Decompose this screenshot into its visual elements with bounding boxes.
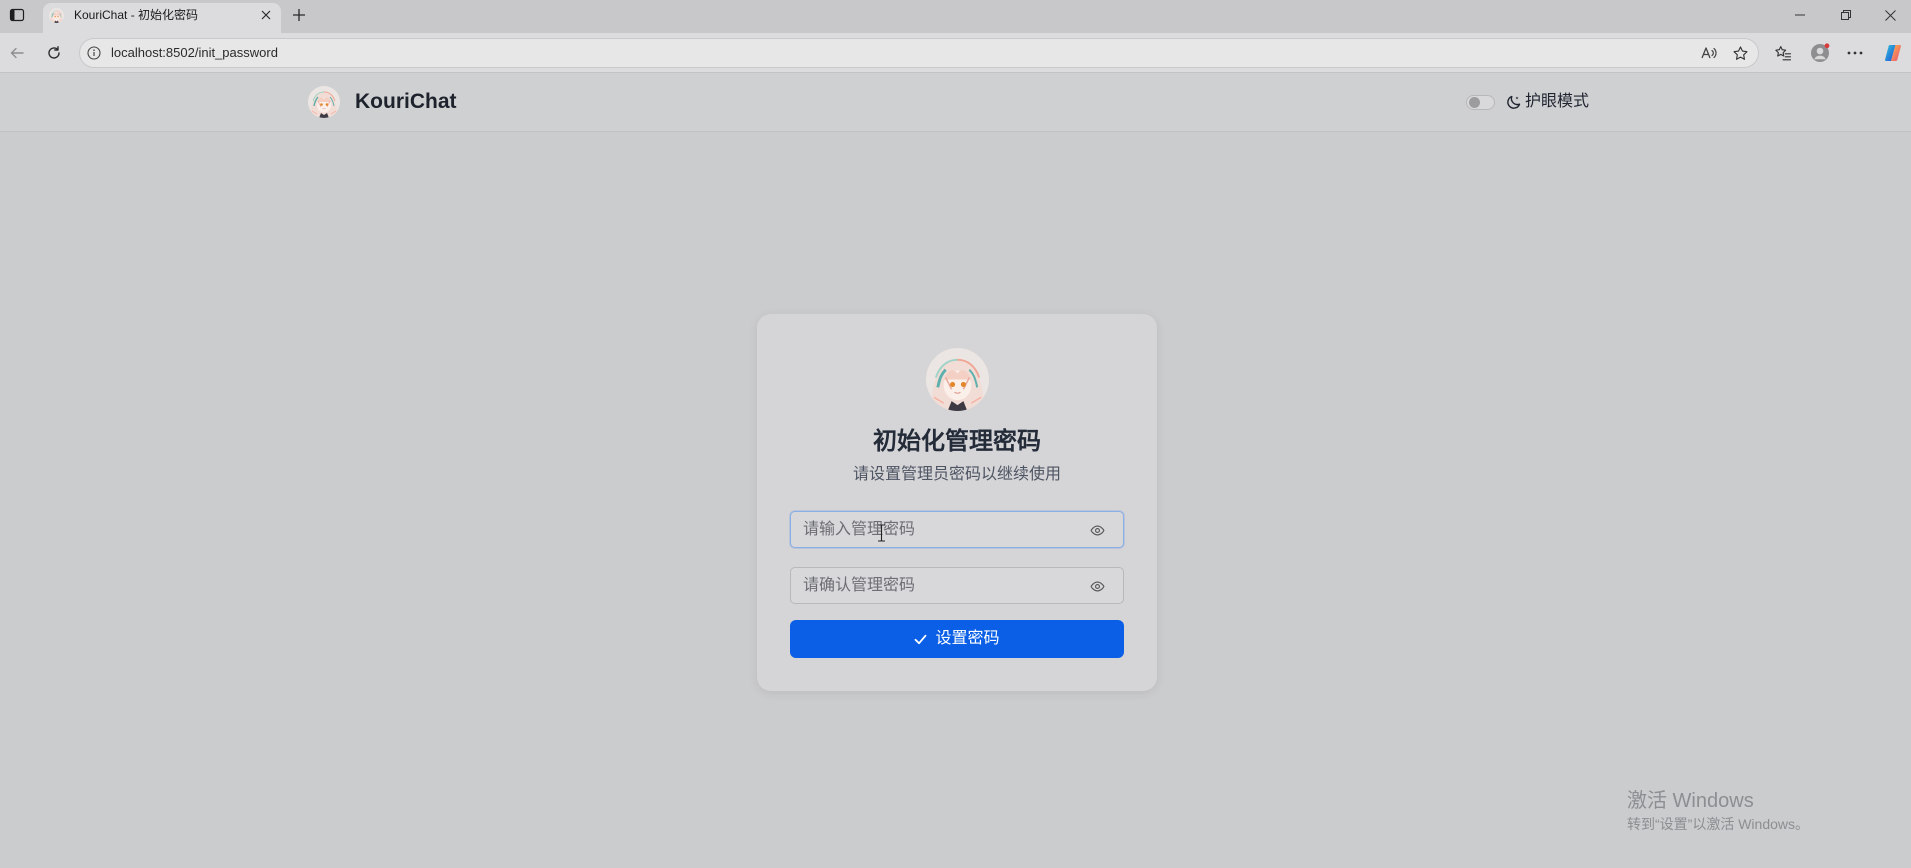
- eye-mode-toggle[interactable]: [1466, 95, 1495, 110]
- set-password-label: 设置密码: [935, 630, 1000, 647]
- check-icon: [915, 634, 927, 644]
- tab-actions-icon: [9, 8, 25, 22]
- browser-toolbar: localhost:8502/init_password: [0, 33, 1911, 73]
- toggle-knob: [1469, 97, 1480, 108]
- close-icon: [261, 10, 271, 20]
- moon-icon: [1507, 95, 1521, 109]
- windows-activation-watermark: 激活 Windows 转到“设置”以激活 Windows。: [1627, 789, 1809, 834]
- init-password-card: 初始化管理密码 请设置管理员密码以继续使用 设置密码: [757, 314, 1157, 691]
- app-page: KouriChat 护眼模式 初始化管理密码 请设置管理员密码以继续使用 设置密…: [0, 73, 1911, 868]
- tab-title: KouriChat - 初始化密码: [74, 8, 199, 22]
- address-url[interactable]: localhost:8502/init_password: [111, 45, 278, 61]
- toggle-confirm-visibility-button[interactable]: [1088, 579, 1106, 593]
- navbar: KouriChat 护眼模式: [0, 73, 1911, 132]
- toggle-password-visibility-button[interactable]: [1088, 523, 1106, 537]
- profile-button[interactable]: [1805, 39, 1835, 67]
- text-cursor-icon: [878, 524, 885, 542]
- watermark-subtitle: 转到“设置”以激活 Windows。: [1627, 816, 1810, 832]
- favorites-icon: [1775, 46, 1792, 61]
- set-password-button[interactable]: 设置密码: [790, 620, 1124, 658]
- confirm-password-field: [790, 567, 1124, 604]
- eye-icon: [1089, 525, 1105, 535]
- tab-favicon: [49, 8, 64, 23]
- tab-actions-button[interactable]: [5, 4, 29, 26]
- password-field: [790, 511, 1124, 548]
- page-subtitle: 请设置管理员密码以继续使用: [852, 466, 1061, 483]
- password-input[interactable]: [791, 512, 1123, 547]
- confirm-password-input[interactable]: [791, 568, 1123, 603]
- star-icon: [1732, 45, 1748, 60]
- close-tab-button[interactable]: [257, 6, 275, 24]
- restore-button[interactable]: [1823, 0, 1869, 30]
- minimize-button[interactable]: [1777, 0, 1823, 30]
- brand-name[interactable]: KouriChat: [355, 89, 457, 115]
- plus-icon: [293, 9, 305, 21]
- read-aloud-icon: [1701, 47, 1717, 59]
- arrow-left-icon: [10, 47, 24, 59]
- info-icon: [87, 46, 101, 60]
- restore-icon: [1841, 10, 1851, 20]
- page-title: 初始化管理密码: [873, 428, 1041, 455]
- more-icon: [1847, 51, 1863, 55]
- eye-mode-switch[interactable]: 护眼模式: [1462, 87, 1596, 117]
- back-button[interactable]: [3, 39, 31, 67]
- tab-active[interactable]: KouriChat - 初始化密码: [43, 3, 281, 33]
- reload-icon: [48, 46, 60, 59]
- brand-logo[interactable]: [308, 86, 340, 118]
- site-info-button[interactable]: [87, 46, 101, 60]
- copilot-button[interactable]: [1878, 39, 1908, 67]
- more-button[interactable]: [1840, 39, 1870, 67]
- eye-icon: [1089, 581, 1105, 591]
- reload-button[interactable]: [40, 39, 68, 67]
- profile-icon: [1811, 43, 1830, 62]
- copilot-icon: [1885, 45, 1901, 61]
- address-bar[interactable]: localhost:8502/init_password: [79, 38, 1759, 68]
- close-window-button[interactable]: [1869, 0, 1911, 30]
- new-tab-button[interactable]: [287, 3, 311, 27]
- favorites-button[interactable]: [1768, 39, 1798, 67]
- eye-mode-label: 护眼模式: [1525, 93, 1590, 110]
- minimize-icon: [1795, 14, 1805, 16]
- read-aloud-button[interactable]: [1699, 44, 1719, 62]
- card-avatar: [926, 348, 989, 411]
- close-window-icon: [1884, 9, 1896, 21]
- tab-strip: KouriChat - 初始化密码: [0, 0, 1911, 33]
- watermark-title: 激活 Windows: [1627, 790, 1754, 812]
- add-favorite-button[interactable]: [1730, 44, 1750, 62]
